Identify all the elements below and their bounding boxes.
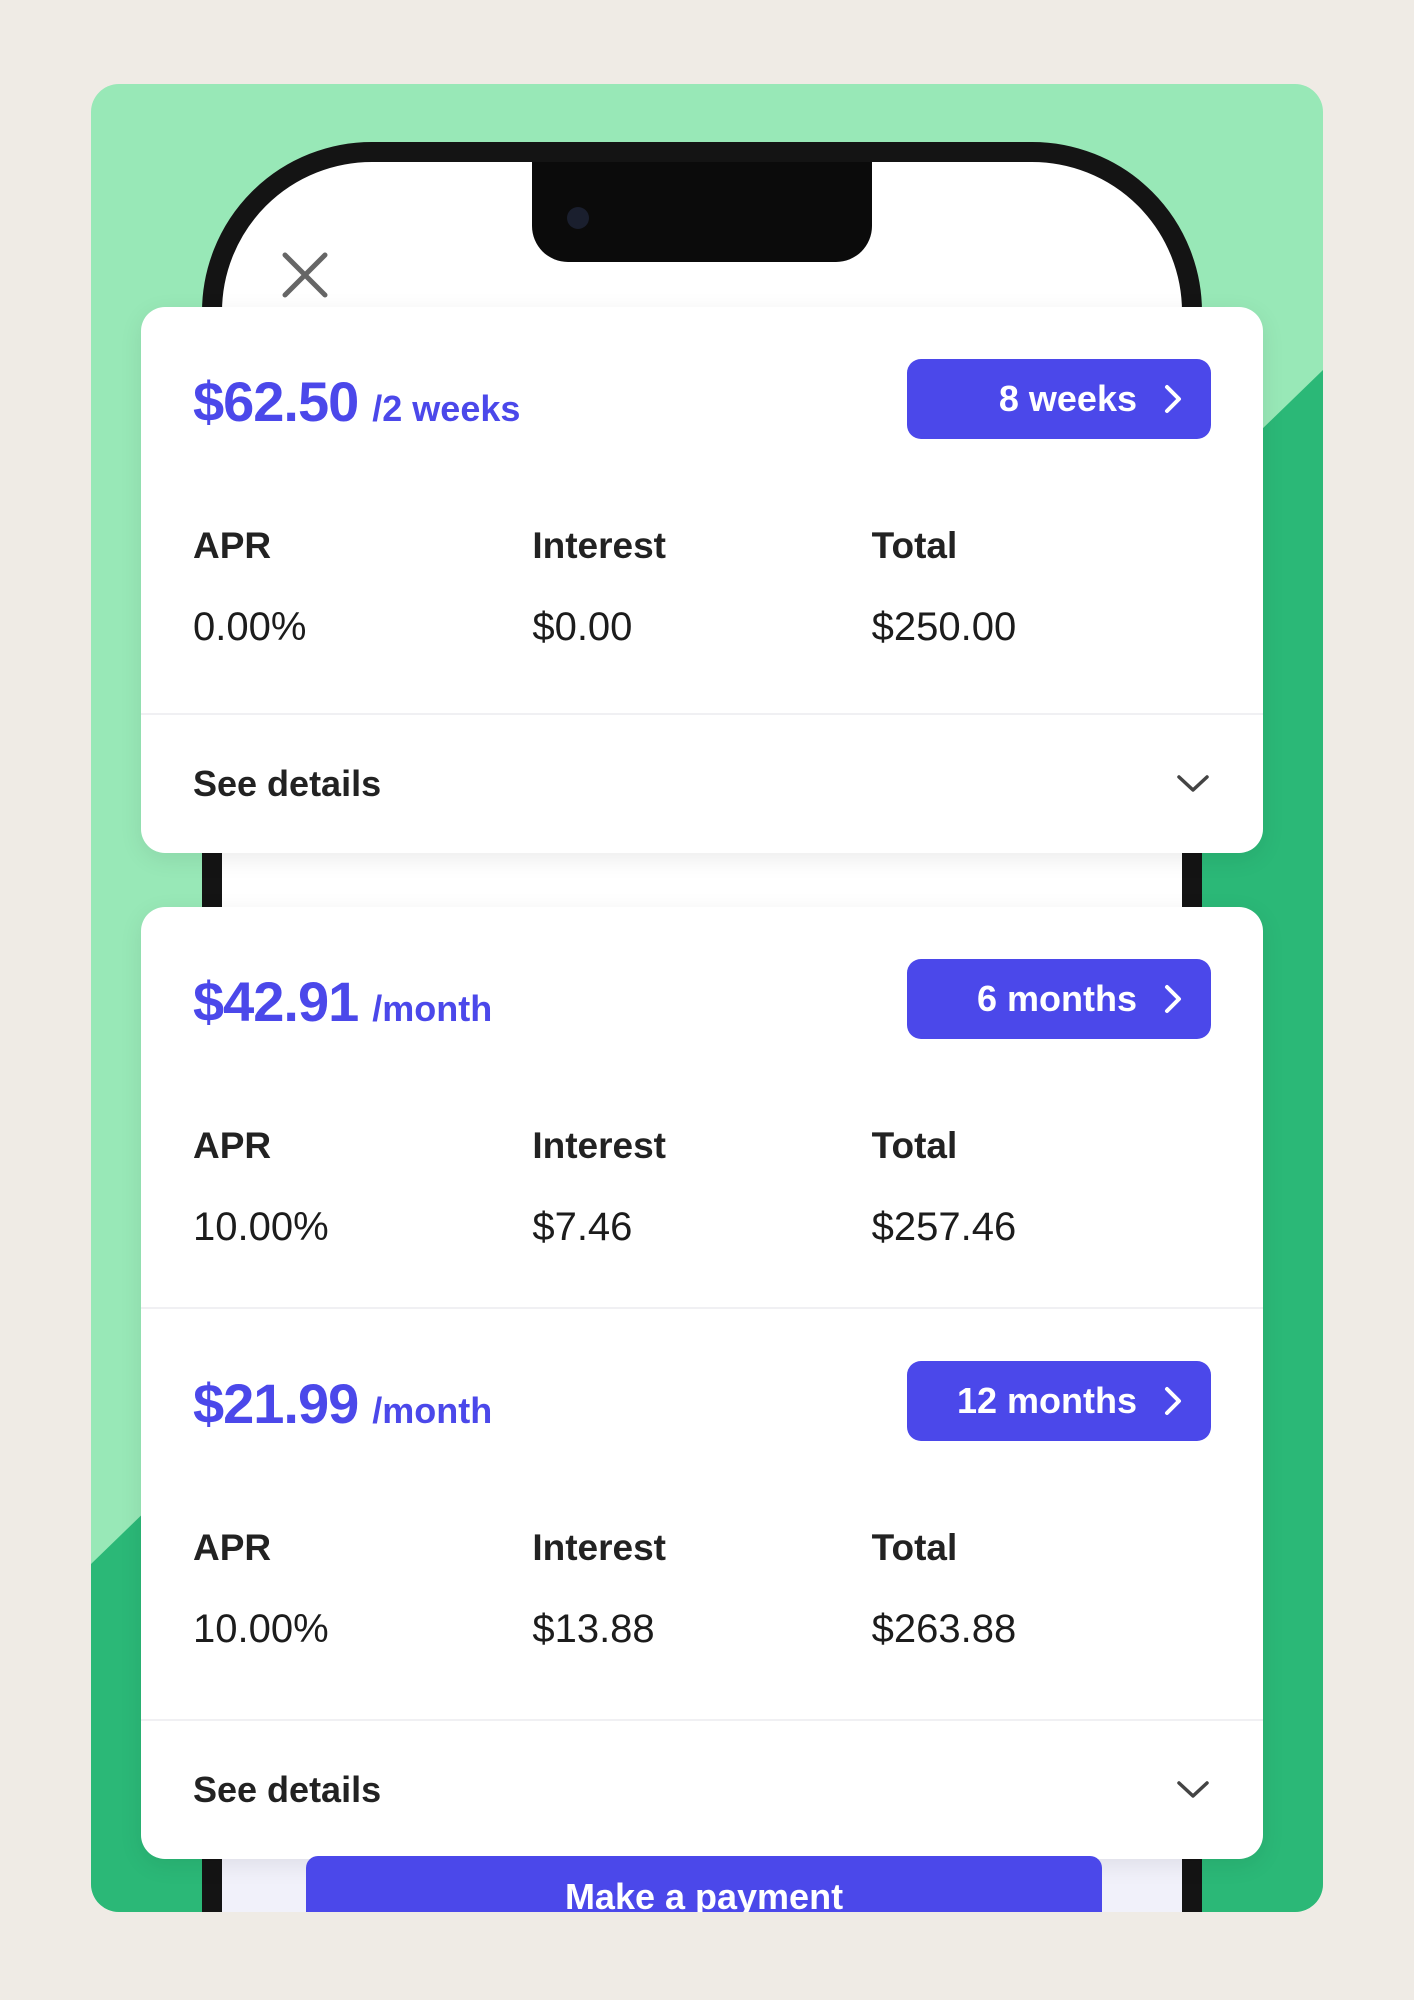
interest-value: $7.46 [532,1205,633,1249]
plan-price-row: $62.50 /2 weeks [193,369,520,434]
plan-option: $21.99 /month 12 months APR 10.00% Inter… [141,1307,1263,1709]
apr-value: 0.00% [193,605,307,649]
chevron-right-icon [1165,385,1181,413]
chevron-right-icon [1165,1387,1181,1415]
plan-price: $21.99 [193,1372,359,1435]
plan-price: $42.91 [193,970,359,1033]
see-details-toggle[interactable]: See details [141,1719,1263,1859]
plan-option: $42.91 /month 6 months APR 10.00% Intere… [141,907,1263,1307]
term-label: 6 months [976,978,1137,1019]
plan-stats: APR 0.00% Interest $0.00 Total $250.00 [193,525,1211,650]
apr-label: APR [193,1527,272,1568]
see-details-label: See details [193,1769,382,1810]
interest-stat: Interest $13.88 [532,1527,871,1652]
make-payment-button[interactable]: Make a payment [306,1856,1102,1912]
term-label: 8 weeks [998,378,1137,419]
see-details-label: See details [193,763,382,804]
plan-price: $62.50 [193,370,359,433]
total-label: Total [871,1125,958,1166]
plan-option: $62.50 /2 weeks 8 weeks APR 0.00% Intere… [141,307,1263,707]
apr-value: 10.00% [193,1607,329,1651]
apr-label: APR [193,525,272,566]
total-value: $250.00 [871,605,1017,649]
interest-value: $0.00 [532,605,633,649]
interest-label: Interest [532,525,666,566]
term-button-8-weeks[interactable]: 8 weeks [907,359,1211,439]
term-button-6-months[interactable]: 6 months [907,959,1211,1039]
chevron-down-icon [1177,775,1209,792]
see-details-toggle[interactable]: See details [141,713,1263,853]
plan-price-row: $42.91 /month [193,969,492,1034]
interest-label: Interest [532,1125,666,1166]
apr-stat: APR 10.00% [193,1527,532,1652]
apr-value: 10.00% [193,1205,329,1249]
close-icon [282,252,328,298]
plan-price-row: $21.99 /month [193,1371,492,1436]
chevron-right-icon [1165,985,1181,1013]
plan-stats: APR 10.00% Interest $13.88 Total $263.88 [193,1527,1211,1652]
term-button-12-months[interactable]: 12 months [907,1361,1211,1441]
interest-stat: Interest $0.00 [532,525,871,650]
close-button[interactable] [277,247,333,303]
total-value: $263.88 [871,1607,1017,1651]
chevron-down-icon [1177,1781,1209,1798]
interest-label: Interest [532,1527,666,1568]
total-stat: Total $263.88 [872,1527,1211,1652]
apr-label: APR [193,1125,272,1166]
total-stat: Total $250.00 [872,525,1211,650]
apr-stat: APR 10.00% [193,1125,532,1250]
plan-period: /month [372,988,493,1029]
total-label: Total [871,525,958,566]
interest-stat: Interest $7.46 [532,1125,871,1250]
plan-card: $62.50 /2 weeks 8 weeks APR 0.00% Intere… [141,307,1263,853]
interest-value: $13.88 [532,1607,655,1651]
term-label: 12 months [956,1380,1137,1421]
camera-icon [567,207,589,229]
apr-stat: APR 0.00% [193,525,532,650]
plan-period: /2 weeks [372,388,521,429]
total-label: Total [871,1527,958,1568]
phone-notch [532,162,872,262]
promo-panel: $62.50 /2 weeks 8 weeks APR 0.00% Intere… [91,84,1323,1912]
total-value: $257.46 [871,1205,1017,1249]
plan-period: /month [372,1390,493,1431]
plan-card: $42.91 /month 6 months APR 10.00% Intere… [141,907,1263,1859]
total-stat: Total $257.46 [872,1125,1211,1250]
plan-stats: APR 10.00% Interest $7.46 Total $257.46 [193,1125,1211,1250]
